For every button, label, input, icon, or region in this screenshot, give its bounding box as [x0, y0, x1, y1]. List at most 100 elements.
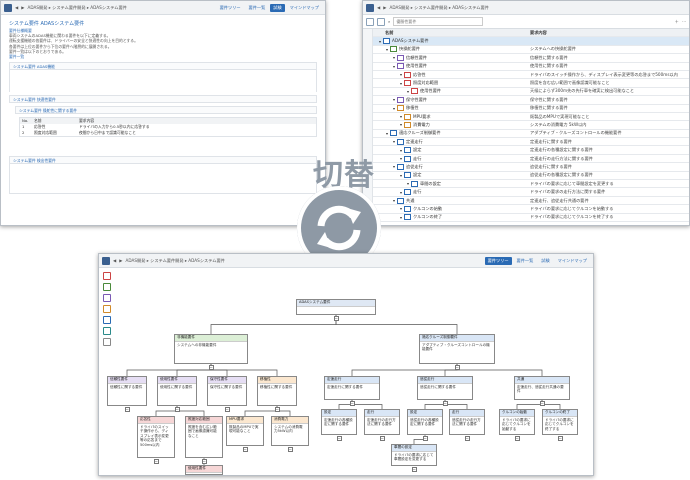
mindmap-node[interactable]: 移植性 移植性に関する要件	[257, 376, 297, 406]
section-header[interactable]: システム要件 快適性要件	[9, 95, 317, 104]
tree-row[interactable]: ▾ 消費電力 システムの消費電力 5kW以内	[373, 121, 689, 130]
tree-row[interactable]: ▾ ADASシステム要件	[373, 37, 689, 46]
mindmap-node[interactable]: 使用性要件 使用性に関する要件	[157, 376, 197, 406]
search-input[interactable]	[393, 17, 484, 26]
collapse-toggle-icon[interactable]: −	[174, 407, 180, 412]
tree-row[interactable]: ▾ 走行 ドライバの要求の走行方法に関する要件	[373, 188, 689, 197]
mindmap-node[interactable]: クルコンの始動 ドライバの要求に応じてクルコンを始動する	[499, 409, 535, 435]
collapse-toggle-icon[interactable]: −	[208, 365, 214, 370]
expand-chevron-icon[interactable]: ▾	[400, 72, 402, 77]
breadcrumb[interactable]: ADAS開発 ▸ システム要件開発 ▸ ADASシステム要件	[389, 5, 488, 11]
more-icon[interactable]: ⋯	[682, 19, 686, 24]
tree-row[interactable]: ▾ 移植性 移植性に関する要件	[373, 105, 689, 113]
expand-chevron-icon[interactable]: ▾	[400, 148, 402, 153]
collapse-toggle-icon[interactable]: −	[464, 436, 470, 441]
menu-icon[interactable]	[366, 3, 374, 12]
mindmap-node[interactable]: 信頼性要件 信頼性に関する要件	[107, 376, 147, 406]
collapse-toggle-icon[interactable]: −	[274, 407, 280, 412]
mindmap-node[interactable]: 設定 追従走行の各種設定に関する要件	[407, 409, 443, 435]
mindmap-node[interactable]: 非機能要件 システムへの非機能要件	[174, 334, 248, 364]
forward-arrow-icon[interactable]: ▶	[383, 5, 386, 10]
tree-row[interactable]: ▾ 設定 定速走行の各種設定に関する要件	[373, 146, 689, 155]
tree-row[interactable]: ▾ 設定 追従走行の各種設定に関する要件	[373, 172, 689, 181]
mindmap-node[interactable]: 保守性要件 保守性に関する要件	[207, 376, 247, 406]
tree-row[interactable]: ▾ 定速走行 定速走行に関する要件	[373, 138, 689, 147]
expand-chevron-icon[interactable]: ▾	[393, 164, 395, 169]
mindmap-node[interactable]: 応答性 ドライバのスイッチ操作から、ディスプレイ表示変更等の応答まで500ms以内	[137, 416, 175, 458]
expand-chevron-icon[interactable]: ▾	[400, 173, 402, 178]
collapse-toggle-icon[interactable]: −	[454, 365, 460, 370]
expand-chevron-icon[interactable]: ▾	[400, 81, 402, 86]
doc-icon[interactable]	[366, 17, 374, 26]
expand-chevron-icon[interactable]: ▾	[393, 106, 395, 111]
back-arrow-icon[interactable]: ◀	[377, 5, 380, 10]
tree-row[interactable]: ▾ 使用性要件 天候によらず300m先の先行車を確実に検出可能なこと	[373, 88, 689, 97]
collapse-toggle-icon[interactable]: −	[333, 316, 339, 321]
menu-icon[interactable]	[4, 3, 12, 12]
expand-chevron-icon[interactable]: ▾	[393, 97, 395, 102]
mindmap-node[interactable]: 走行 定速走行の走行方法に関する要件	[364, 409, 400, 435]
collapse-toggle-icon[interactable]: −	[442, 401, 448, 406]
tab-list[interactable]: 要件一覧	[246, 4, 269, 12]
tree-row[interactable]: ▾ 保守性要件 保守性に関する要件	[373, 96, 689, 105]
mindmap-node[interactable]: MPU要求 既製品のMPUで実現可能なこと	[226, 416, 264, 446]
collapse-toggle-icon[interactable]: −	[153, 459, 159, 464]
expand-chevron-icon[interactable]: ▾	[407, 181, 409, 186]
mindmap-node[interactable]: クルコンの終了 ドライバの要求に応じてクルコンを終了する	[542, 409, 578, 435]
tree-row[interactable]: ▾ 照度対応範囲 照度を含む広い範囲で画像認識可能なこと	[373, 79, 689, 88]
expand-chevron-icon[interactable]: ▾	[407, 89, 409, 94]
tree-row[interactable]: ▾ 追従走行 追従走行に関する要件	[373, 163, 689, 172]
mindmap-node[interactable]: 車間の設定 ドライバの要求に応じて車間設定を変更する	[391, 444, 437, 466]
expand-chevron-icon[interactable]: ▾	[400, 206, 402, 211]
collapse-toggle-icon[interactable]: −	[349, 401, 355, 406]
tree-row[interactable]: ▾ 快操舵要件 システムへの快操舵要件	[373, 46, 689, 55]
mindmap-node[interactable]: 適応クルーズ制御要件 アダプティブ・クルーズコントロールの機能要件	[419, 334, 495, 364]
mindmap-node[interactable]: 定速走行 定速走行に関する要件	[324, 376, 380, 400]
collapse-toggle-icon[interactable]: −	[201, 459, 207, 464]
expand-chevron-icon[interactable]: ▾	[400, 156, 402, 161]
mindmap-node[interactable]: 共通 定速走行、追従走行共通の要件	[514, 376, 570, 400]
tree-row[interactable]: ▾ クルコンの始動 ドライバの要求に応じてクルコンを始動する	[373, 205, 689, 214]
tab-mindmap[interactable]: マインドマップ	[287, 4, 322, 12]
mindmap-node[interactable]: 照度対応範囲 照度を含む広い範囲で画像認識可能なこと	[185, 416, 223, 458]
expand-chevron-icon[interactable]: ▾	[379, 39, 381, 44]
mindmap-node[interactable]: ADASシステム要件	[296, 299, 376, 315]
collapse-toggle-icon[interactable]: −	[124, 407, 130, 412]
mindmap-node[interactable]: 走行 追従走行の走行方法に関する要件	[449, 409, 485, 435]
expand-chevron-icon[interactable]: ▾	[400, 122, 402, 127]
filter-icon[interactable]	[377, 17, 385, 26]
expand-chevron-icon[interactable]: ▾	[400, 190, 402, 195]
expand-chevron-icon[interactable]: ▾	[393, 55, 395, 60]
collapse-toggle-icon[interactable]: −	[242, 447, 248, 452]
add-icon[interactable]: ＋	[675, 19, 679, 25]
collapse-toggle-icon[interactable]: −	[287, 447, 293, 452]
collapse-toggle-icon[interactable]: −	[336, 436, 342, 441]
tree-row[interactable]: ▾ 車間の設定 ドライバの要求に応じて車間設定を変更する	[373, 180, 689, 189]
tab-tree[interactable]: 要件ツリー	[217, 4, 244, 12]
mindmap-node[interactable]: 追従走行 追従走行に関する要件	[417, 376, 473, 400]
breadcrumb[interactable]: ADAS開発 ▸ システム要件開発 ▸ ADASシステム要件	[27, 5, 126, 11]
expand-chevron-icon[interactable]: ▾	[393, 198, 395, 203]
mindmap-node[interactable]: 消費電力 システムの消費電力5kW以内	[271, 416, 309, 446]
tree-row[interactable]: ▾ 信頼性要件 信頼性に関する要件	[373, 54, 689, 63]
expand-chevron-icon[interactable]: ▾	[386, 131, 388, 136]
expand-chevron-icon[interactable]: ▾	[400, 215, 402, 220]
collapse-toggle-icon[interactable]: −	[224, 407, 230, 412]
expand-chevron-icon[interactable]: ▾	[400, 114, 402, 119]
mindmap-node[interactable]: 設定 定速走行の各種設定に関する要件	[321, 409, 357, 435]
tree-row[interactable]: ▾ クルコンの終了 ドライバの要求に応じてクルコンを終了する	[373, 214, 689, 222]
collapse-toggle-icon[interactable]: −	[539, 401, 545, 406]
section-header[interactable]: システム要件 操舵性に関する要件	[15, 106, 317, 115]
mindmap-node[interactable]: 使用性要件天候によらず300m先	[185, 465, 223, 475]
forward-arrow-icon[interactable]: ▶	[21, 5, 24, 10]
collapse-toggle-icon[interactable]: −	[422, 436, 428, 441]
tree-row[interactable]: ▾ MPU要求 既製品のMPUで実現可能なこと	[373, 113, 689, 122]
section-header[interactable]: システム要件 ADAS機能	[9, 62, 317, 71]
tree-row[interactable]: ▾ 使用性要件 使用性に関する要件	[373, 63, 689, 71]
expand-chevron-icon[interactable]: ▾	[393, 64, 395, 69]
collapse-toggle-icon[interactable]: −	[514, 436, 520, 441]
back-arrow-icon[interactable]: ◀	[15, 5, 18, 10]
collapse-toggle-icon[interactable]: −	[379, 436, 385, 441]
expand-chevron-icon[interactable]: ▾	[393, 139, 395, 144]
collapse-toggle-icon[interactable]: −	[557, 436, 563, 441]
